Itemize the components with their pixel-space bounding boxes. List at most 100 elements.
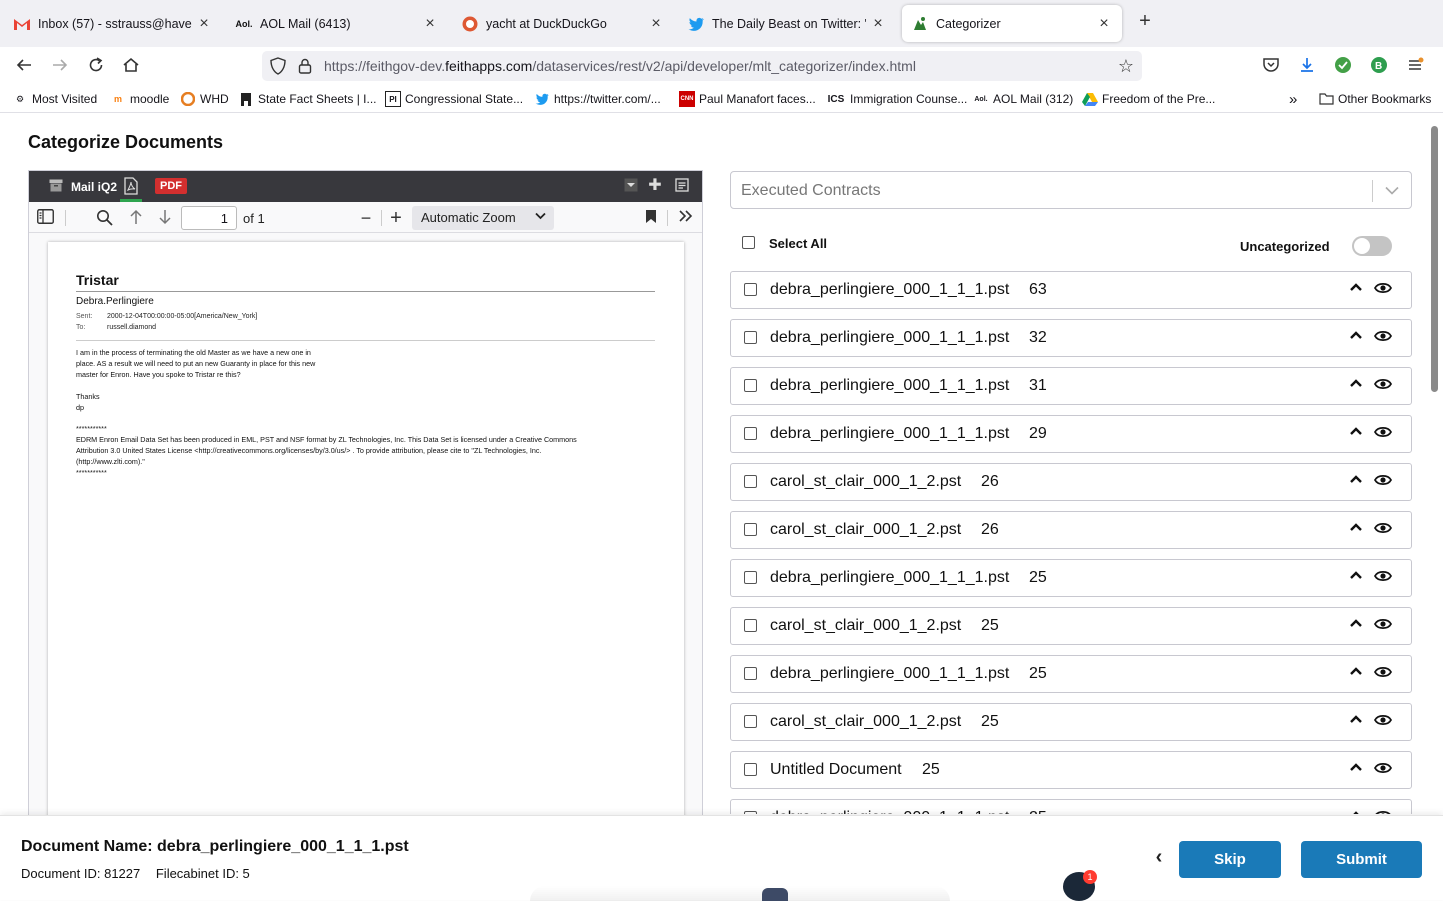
tools-expand-chevron-icon[interactable] (677, 209, 695, 227)
eye-icon[interactable] (1374, 809, 1394, 814)
document-checkbox[interactable] (744, 331, 757, 344)
grammarly-extension-icon[interactable]: B (1370, 56, 1390, 76)
page-number-input[interactable]: 1 (181, 206, 237, 230)
chevron-up-icon[interactable] (1349, 375, 1367, 393)
zoom-select[interactable]: Automatic Zoom (412, 206, 554, 230)
dock-app-icon[interactable] (762, 888, 788, 901)
eye-icon[interactable] (1373, 761, 1394, 777)
pdf-badge[interactable]: PDF (155, 178, 187, 194)
sidebar-toggle-icon[interactable] (36, 209, 54, 227)
bookmark-immigration[interactable]: ICS Immigration Counse... (826, 91, 968, 107)
eye-icon[interactable] (1373, 329, 1394, 345)
document-checkbox[interactable] (744, 715, 757, 728)
chevron-up-icon[interactable] (1349, 279, 1367, 297)
chevron-up-icon[interactable] (1349, 759, 1367, 777)
pdf-file-icon[interactable] (123, 177, 139, 195)
uncategorized-toggle[interactable] (1352, 236, 1392, 256)
eye-icon[interactable] (1373, 521, 1394, 537)
back-arrow-icon[interactable] (14, 56, 34, 76)
document-row[interactable]: Untitled Document 25 (730, 751, 1412, 789)
new-tab-plus-icon[interactable]: + (1135, 11, 1155, 32)
eye-icon[interactable] (1373, 713, 1394, 729)
pocket-icon[interactable] (1262, 56, 1282, 76)
close-icon[interactable]: × (870, 15, 886, 33)
close-icon[interactable]: × (1096, 15, 1112, 33)
tab-duckduckgo[interactable]: yacht at DuckDuckGo × (452, 5, 674, 42)
notes-icon[interactable] (674, 178, 690, 194)
document-row[interactable]: debra_perlingiere_000_1_1_1.pst 63 (730, 271, 1412, 309)
document-row[interactable]: debra_perlingiere_000_1_1_1.pst 25 (730, 559, 1412, 597)
page-scrollbar[interactable] (1431, 126, 1438, 392)
document-checkbox[interactable] (744, 523, 757, 536)
download-icon[interactable] (1298, 56, 1318, 76)
next-page-arrow-icon[interactable] (156, 209, 174, 227)
eye-icon[interactable] (1373, 617, 1394, 633)
document-checkbox[interactable] (744, 283, 757, 296)
document-checkbox[interactable] (744, 811, 757, 814)
document-row[interactable]: carol_st_clair_000_1_2.pst 25 (730, 607, 1412, 645)
bookmark-twitter[interactable]: https://twitter.com/... (534, 91, 661, 107)
bookmark-freedom-press[interactable]: Freedom of the Pre... (1082, 91, 1215, 107)
bookmark-aol-mail[interactable]: Aol. AOL Mail (312) (973, 91, 1073, 107)
eye-icon[interactable] (1373, 281, 1394, 297)
tab-inbox[interactable]: Inbox (57) - sstrauss@haverford × (4, 5, 222, 42)
bookmark-star-icon[interactable]: ☆ (1116, 56, 1136, 76)
zoom-out-icon[interactable]: − (357, 209, 375, 227)
bookmarks-overflow-chevron-icon[interactable]: » (1289, 91, 1297, 108)
document-row[interactable]: debra_perlingiere_000_1_1_1.pst 25 (730, 799, 1412, 814)
document-row[interactable]: carol_st_clair_000_1_2.pst 26 (730, 463, 1412, 501)
forward-arrow-icon[interactable] (50, 56, 70, 76)
previous-page-arrow-icon[interactable] (127, 209, 145, 227)
document-checkbox[interactable] (744, 427, 757, 440)
eye-icon[interactable] (1373, 377, 1394, 393)
document-row[interactable]: carol_st_clair_000_1_2.pst 25 (730, 703, 1412, 741)
document-checkbox[interactable] (744, 379, 757, 392)
eye-icon[interactable] (1373, 569, 1394, 585)
chevron-up-icon[interactable] (1349, 567, 1367, 585)
document-checkbox[interactable] (744, 667, 757, 680)
document-row[interactable]: debra_perlingiere_000_1_1_1.pst 29 (730, 415, 1412, 453)
tab-aol-mail[interactable]: Aol. AOL Mail (6413) × (226, 5, 448, 42)
document-checkbox[interactable] (744, 619, 757, 632)
bookmark-state-fact-sheets[interactable]: State Fact Sheets | I... (238, 91, 377, 107)
url-bar[interactable]: https://feithgov-dev.feithapps.com/datas… (262, 51, 1142, 81)
chevron-up-icon[interactable] (1349, 615, 1367, 633)
skip-button[interactable]: Skip (1179, 841, 1281, 878)
chevron-up-icon[interactable] (1349, 807, 1367, 814)
add-icon[interactable]: ✚ (647, 178, 663, 194)
bookmark-other-bookmarks[interactable]: Other Bookmarks (1318, 91, 1431, 107)
menu-icon[interactable] (1406, 56, 1426, 76)
chevron-down-icon[interactable] (1383, 180, 1401, 200)
category-select[interactable]: Executed Contracts (730, 171, 1412, 209)
select-all-checkbox[interactable] (742, 236, 755, 249)
close-icon[interactable]: × (422, 15, 438, 33)
document-row[interactable]: debra_perlingiere_000_1_1_1.pst 25 (730, 655, 1412, 693)
eye-icon[interactable] (1373, 425, 1394, 441)
url-text[interactable]: https://feithgov-dev.feithapps.com/datas… (324, 58, 916, 74)
document-row[interactable]: debra_perlingiere_000_1_1_1.pst 32 (730, 319, 1412, 357)
search-icon[interactable] (95, 209, 113, 227)
reload-icon[interactable] (86, 56, 106, 76)
previous-document-chevron-icon[interactable]: ‹ (1151, 846, 1167, 868)
submit-button[interactable]: Submit (1301, 841, 1422, 878)
shield-icon[interactable] (270, 57, 286, 75)
bookmark-icon[interactable] (642, 209, 660, 227)
eye-icon[interactable] (1373, 665, 1394, 681)
bookmark-whd[interactable]: WHD (180, 91, 229, 107)
chevron-up-icon[interactable] (1349, 711, 1367, 729)
chevron-up-icon[interactable] (1349, 663, 1367, 681)
eye-icon[interactable] (1373, 473, 1394, 489)
document-checkbox[interactable] (744, 763, 757, 776)
bookmark-cnn[interactable]: CNN Paul Manafort faces... (679, 91, 816, 107)
close-icon[interactable]: × (648, 15, 664, 33)
dropdown-icon[interactable] (623, 178, 639, 194)
bookmark-congressional[interactable]: PI Congressional State... (385, 91, 523, 107)
chevron-up-icon[interactable] (1349, 327, 1367, 345)
tab-twitter[interactable]: The Daily Beast on Twitter: "Fox × (678, 5, 896, 42)
checkmark-extension-icon[interactable] (1334, 56, 1354, 76)
zoom-in-icon[interactable]: + (387, 208, 405, 228)
document-checkbox[interactable] (744, 475, 757, 488)
lock-icon[interactable] (298, 58, 312, 74)
bookmark-moodle[interactable]: m moodle (110, 91, 169, 107)
document-checkbox[interactable] (744, 571, 757, 584)
